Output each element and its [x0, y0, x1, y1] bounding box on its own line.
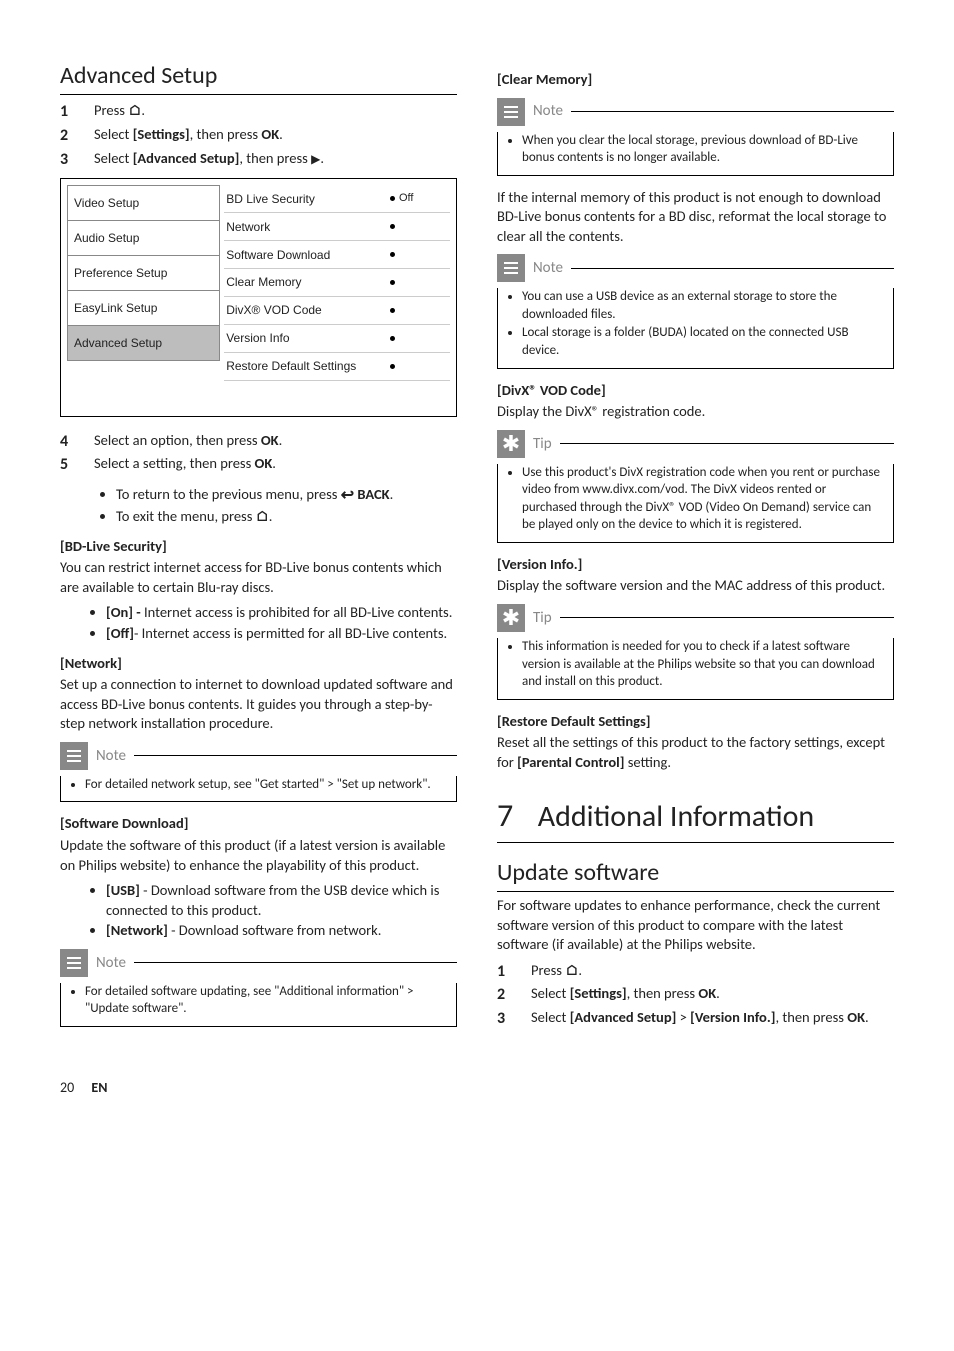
heading-swdl: [Software Download] — [60, 814, 457, 834]
update-steps: 1Press .2Select [Settings], then press O… — [497, 961, 894, 1030]
menu-item: EasyLink Setup — [67, 290, 220, 325]
heading-restore: [Restore Default Settings] — [497, 712, 894, 732]
menu-item: Audio Setup — [67, 220, 220, 255]
tip-label: Tip — [533, 434, 552, 454]
heading-bdlive: [BD-Live Security] — [60, 537, 457, 557]
tip-divx: ✱ Tip Use this product's DivX registrati… — [497, 430, 894, 543]
heading-divx: [DivX® VOD Code] — [497, 381, 894, 401]
note-clearmem-2: Note You can use a USB device as an exte… — [497, 254, 894, 368]
settings-left-panel: Video SetupAudio SetupPreference SetupEa… — [67, 185, 220, 410]
note-clearmem-1-items: When you clear the local storage, previo… — [522, 132, 883, 167]
back-icon — [341, 485, 354, 503]
menu-item: Preference Setup — [67, 255, 220, 290]
tip-version: ✱ Tip This information is needed for you… — [497, 604, 894, 700]
right-column: [Clear Memory] Note When you clear the l… — [497, 60, 894, 1039]
steps-list-a: 1Press .2Select [Settings], then press O… — [60, 101, 457, 170]
heading-network: [Network] — [60, 654, 457, 674]
chapter-number: 7 — [497, 794, 531, 837]
text-clearmem-body: If the internal memory of this product i… — [497, 188, 894, 247]
note-label: Note — [533, 258, 563, 278]
note-clearmem-1: Note When you clear the local storage, p… — [497, 98, 894, 176]
tip-icon: ✱ — [497, 430, 525, 458]
text-update-intro: For software updates to enhance performa… — [497, 896, 894, 955]
tip-icon: ✱ — [497, 604, 525, 632]
settings-right-panel: BD Live SecurityOffNetworkSoftware Downl… — [224, 185, 450, 410]
chapter-title: 7 Additional Information — [497, 794, 894, 843]
menu-item: Video Setup — [67, 185, 220, 220]
bdlive-options: [On] - Internet access is prohibited for… — [60, 603, 457, 643]
home-icon — [256, 507, 269, 525]
note-icon — [60, 949, 88, 977]
page-footer: 20 EN — [60, 1079, 894, 1098]
note-icon — [497, 98, 525, 126]
tip-version-items: This information is needed for you to ch… — [522, 638, 883, 691]
page-columns: Advanced Setup 1Press .2Select [Settings… — [60, 60, 894, 1039]
note-swdl-items: For detailed software updating, see "Add… — [85, 983, 446, 1018]
note-label: Note — [96, 746, 126, 766]
text-version-body: Display the software version and the MAC… — [497, 576, 894, 596]
note-clearmem-2-items: You can use a USB device as an external … — [522, 288, 883, 359]
text-divx-body: Display the DivX® registration code. — [497, 402, 894, 422]
tip-divx-items: Use this product's DivX registration cod… — [522, 464, 883, 534]
note-label: Note — [533, 101, 563, 121]
text-restore-body: Reset all the settings of this product t… — [497, 733, 894, 772]
steps-list-b: 4Select an option, then press OK.5Select… — [60, 431, 457, 476]
section-title-update: Update software — [497, 857, 894, 892]
note-label: Note — [96, 953, 126, 973]
chapter-name: Additional Information — [538, 798, 814, 835]
home-icon — [565, 961, 578, 979]
settings-ui-mockup: Video SetupAudio SetupPreference SetupEa… — [60, 178, 457, 417]
note-icon — [60, 742, 88, 770]
menu-item: Advanced Setup — [67, 325, 220, 361]
note-swdl: Note For detailed software updating, see… — [60, 949, 457, 1027]
text-swdl-intro: Update the software of this product (if … — [60, 836, 457, 875]
swdl-options: [USB] - Download software from the USB d… — [60, 881, 457, 941]
section-title-advanced-setup: Advanced Setup — [60, 60, 457, 95]
home-icon — [128, 101, 141, 119]
text-network-body: Set up a connection to internet to downl… — [60, 675, 457, 734]
note-network: Note For detailed network setup, see "Ge… — [60, 742, 457, 803]
page-number: 20 — [60, 1079, 74, 1098]
page-lang: EN — [91, 1079, 107, 1096]
heading-version: [Version Info.] — [497, 555, 894, 575]
play-icon — [311, 149, 320, 167]
note-network-items: For detailed network setup, see "Get sta… — [85, 776, 446, 794]
tip-label: Tip — [533, 608, 552, 628]
steps-sub-bullets: To return to the previous menu, press BA… — [60, 484, 457, 527]
text-bdlive-intro: You can restrict internet access for BD-… — [60, 558, 457, 597]
note-icon — [497, 254, 525, 282]
left-column: Advanced Setup 1Press .2Select [Settings… — [60, 60, 457, 1039]
heading-clearmem: [Clear Memory] — [497, 70, 894, 90]
